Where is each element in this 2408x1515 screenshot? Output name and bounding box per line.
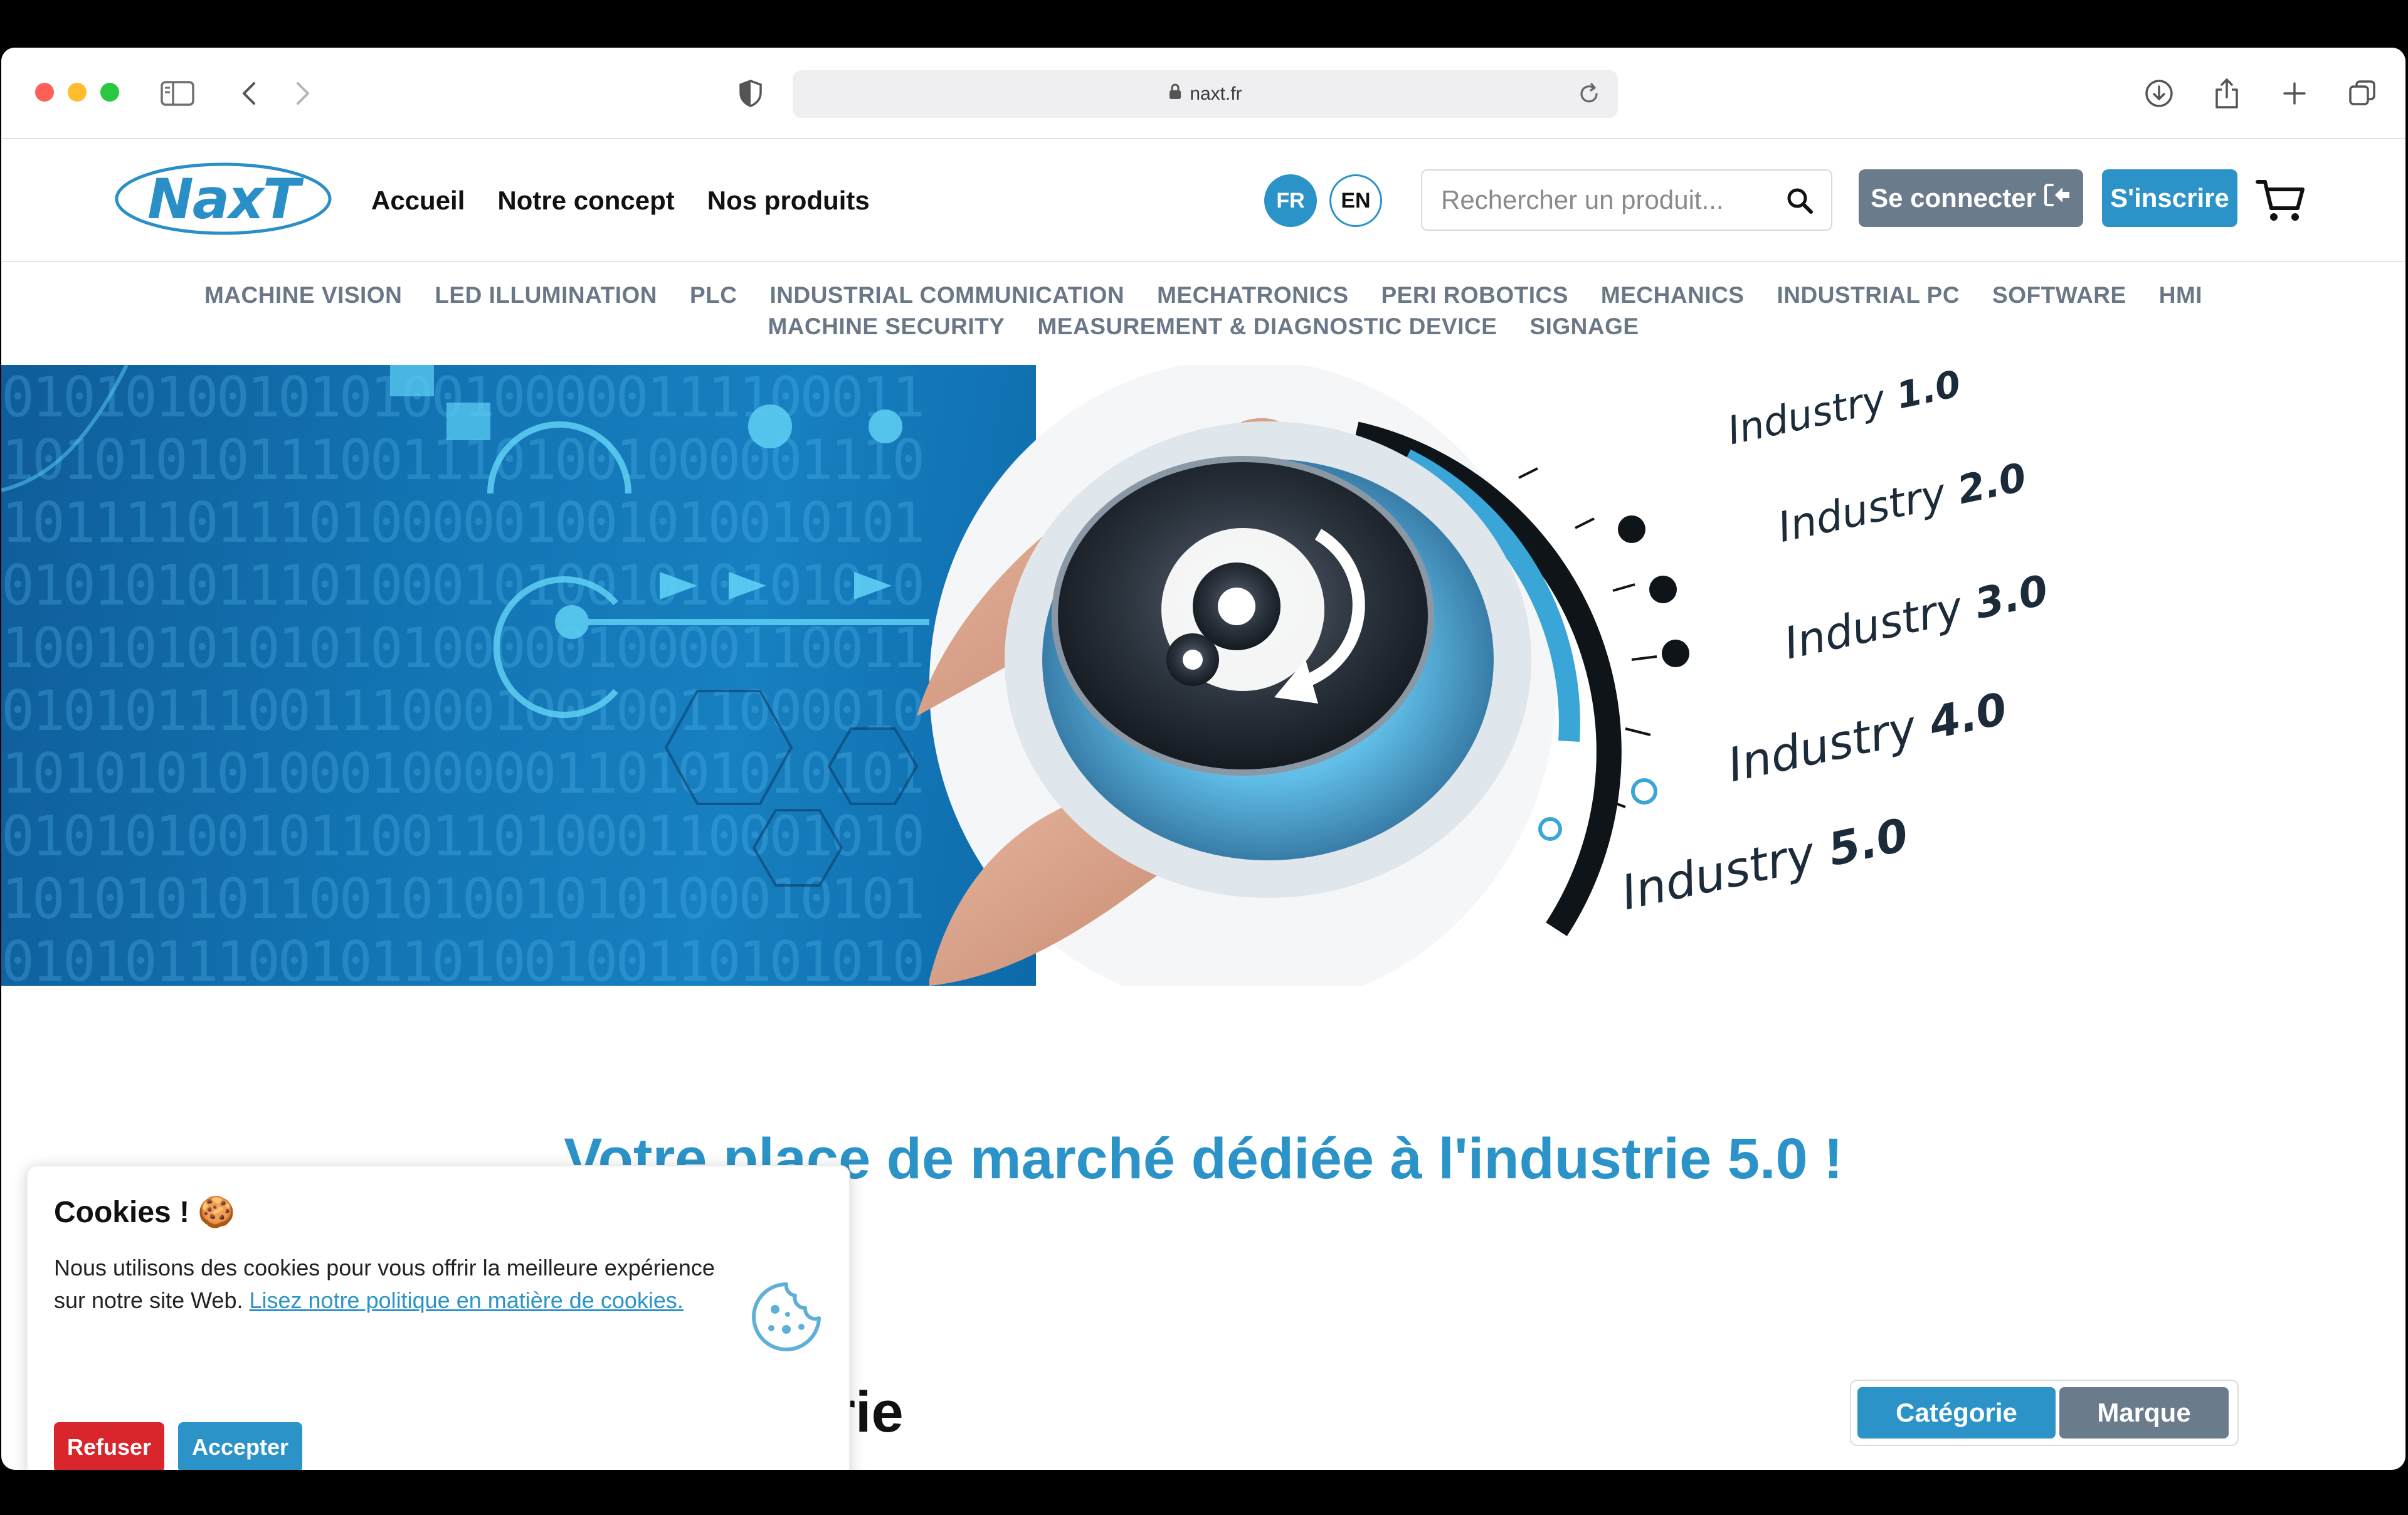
share-icon[interactable] <box>2210 78 2244 109</box>
minimize-window-button[interactable] <box>68 83 87 102</box>
nav-nos-produits[interactable]: Nos produits <box>707 186 870 216</box>
browser-window: naxt.fr NaxT Accueil Notre concept Nos p… <box>1 48 2405 1470</box>
sidebar-icon[interactable] <box>161 78 194 109</box>
lang-fr-button[interactable]: FR <box>1264 174 1317 227</box>
back-icon[interactable] <box>232 78 266 109</box>
category-mechatronics[interactable]: MECHATRONICS <box>1157 282 1348 309</box>
category-nav: MACHINE VISION LED ILLUMINATION PLC INDU… <box>1 262 2405 360</box>
address-bar[interactable]: naxt.fr <box>793 70 1618 118</box>
login-label: Se connecter <box>1871 183 2036 213</box>
category-hmi[interactable]: HMI <box>2159 282 2202 309</box>
category-mechanics[interactable]: MECHANICS <box>1601 282 1745 309</box>
category-industrial-communication[interactable]: INDUSTRIAL COMMUNICATION <box>769 282 1124 309</box>
category-software[interactable]: SOFTWARE <box>1992 282 2126 309</box>
search-input[interactable] <box>1441 185 1780 215</box>
cookie-consent-card: Cookies ! 🍪 Nous utilisons des cookies p… <box>26 1165 850 1470</box>
nav-notre-concept[interactable]: Notre concept <box>497 186 674 216</box>
category-measurement-diagnostic-device[interactable]: MEASUREMENT & DIAGNOSTIC DEVICE <box>1037 314 1497 340</box>
zoom-window-button[interactable] <box>100 83 119 102</box>
login-button[interactable]: Se connecter <box>1859 169 2083 227</box>
category-signage[interactable]: SIGNAGE <box>1529 314 1639 340</box>
cookie-policy-link[interactable]: Lisez notre politique en matière de cook… <box>249 1287 683 1313</box>
screen: naxt.fr NaxT Accueil Notre concept Nos p… <box>0 0 2408 1515</box>
lock-icon <box>1168 83 1182 105</box>
cart-icon[interactable] <box>2255 178 2305 226</box>
main-nav: Accueil Notre concept Nos produits <box>371 139 870 262</box>
hero-binary-background: 010101001010100100000111100011 101010101… <box>1 365 1036 986</box>
signup-button[interactable]: S'inscrire <box>2102 169 2237 227</box>
filter-toggle: Catégorie Marque <box>1850 1380 2239 1446</box>
cookie-accept-button[interactable]: Accepter <box>178 1422 302 1470</box>
url-text: naxt.fr <box>1190 83 1242 104</box>
new-tab-icon[interactable] <box>2278 78 2311 109</box>
nav-accueil[interactable]: Accueil <box>371 186 465 216</box>
category-peri-robotics[interactable]: PERI ROBOTICS <box>1381 282 1568 309</box>
logo-text: NaxT <box>147 166 300 231</box>
tabs-overview-icon[interactable] <box>2345 78 2379 109</box>
search-icon[interactable] <box>1786 187 1814 218</box>
forward-icon[interactable] <box>286 78 320 109</box>
naxt-logo[interactable]: NaxT <box>114 162 332 236</box>
circuit-graphic <box>1 365 929 887</box>
industry-dial-illustration: Industry 1.0 Industry 2.0 Industry 3.0 I… <box>917 365 2405 986</box>
shield-icon[interactable] <box>734 78 768 109</box>
download-icon[interactable] <box>2142 78 2176 109</box>
sign-in-icon <box>2044 182 2071 214</box>
close-window-button[interactable] <box>35 83 54 102</box>
reload-icon[interactable] <box>1578 82 1600 110</box>
lang-en-button[interactable]: EN <box>1329 174 1382 227</box>
category-machine-vision[interactable]: MACHINE VISION <box>204 282 402 309</box>
toggle-brand-button[interactable]: Marque <box>2059 1387 2229 1438</box>
site-header: NaxT Accueil Notre concept Nos produits … <box>1 139 2405 262</box>
category-machine-security[interactable]: MACHINE SECURITY <box>768 314 1005 340</box>
category-industrial-pc[interactable]: INDUSTRIAL PC <box>1777 282 1960 309</box>
cookie-icon <box>749 1279 824 1358</box>
cookie-title: Cookies ! 🍪 <box>54 1196 236 1229</box>
toggle-category-button[interactable]: Catégorie <box>1857 1387 2056 1438</box>
cookie-refuse-button[interactable]: Refuser <box>54 1422 164 1470</box>
category-plc[interactable]: PLC <box>690 282 737 309</box>
category-led-illumination[interactable]: LED ILLUMINATION <box>435 282 657 309</box>
cookie-text: Nous utilisons des cookies pour vous off… <box>54 1252 737 1317</box>
browser-toolbar: naxt.fr <box>1 48 2405 139</box>
hero-banner: 010101001010100100000111100011 101010101… <box>1 365 2405 986</box>
search-box <box>1421 169 1832 231</box>
